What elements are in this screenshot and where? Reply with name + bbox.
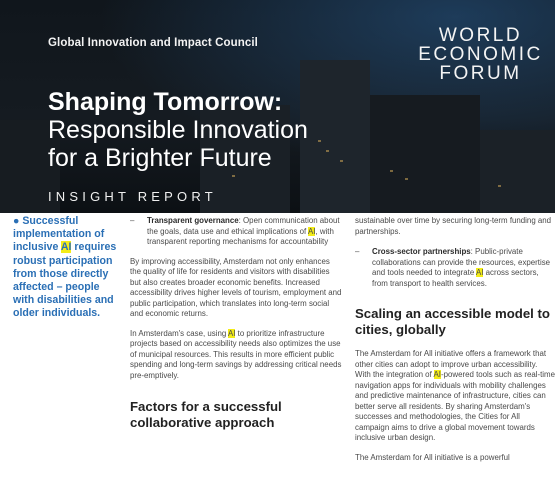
body-column-left: – Transparent governance: Open communica…	[130, 216, 342, 430]
header-banner: Global Innovation and Impact Council WOR…	[0, 0, 555, 213]
paragraph: The Amsterdam for All initiative offers …	[355, 349, 555, 442]
pull-quote: ● Successful implementation of inclusive…	[13, 215, 121, 321]
logo-line: ECONOMIC	[418, 44, 543, 65]
logo-line: WORLD	[438, 25, 523, 46]
dash-icon: –	[355, 247, 360, 256]
logo-line: FORUM	[439, 63, 522, 84]
list-item: – Cross-sector partnerships: Public-priv…	[355, 247, 555, 289]
body-column-right: sustainable over time by securing long-t…	[355, 216, 555, 463]
paragraph: The Amsterdam for All initiative is a po…	[355, 452, 510, 462]
report-title: Shaping Tomorrow: Responsible Innovation…	[48, 88, 518, 172]
paragraph: By improving accessibility, Amsterdam no…	[130, 256, 342, 319]
list-item-label: Transparent governance	[147, 216, 239, 225]
council-name: Global Innovation and Impact Council	[48, 37, 258, 49]
bullet-icon: ●	[13, 215, 20, 227]
highlight: AI	[433, 370, 441, 379]
list-item-label: Cross-sector partnerships	[372, 247, 471, 256]
wef-logo: WORLD ECONOMIC FORUM	[418, 26, 543, 83]
report-type: INSIGHT REPORT	[48, 189, 217, 204]
highlight: AI	[475, 268, 484, 277]
highlight: AI	[228, 328, 236, 338]
title-line: Shaping Tomorrow:	[48, 88, 283, 116]
section-heading: Scaling an accessible model to cities, g…	[355, 306, 550, 337]
title-line: Responsible Innovation	[48, 116, 308, 144]
continued-text: sustainable over time by securing long-t…	[355, 216, 552, 236]
highlight: AI	[307, 226, 316, 236]
paragraph: In Amsterdam's case, using AI to priorit…	[130, 328, 342, 380]
list-item: – Transparent governance: Open communica…	[130, 216, 342, 248]
pull-quote-text: Successful implementation of inclusive A…	[13, 215, 117, 320]
title-line: for a Brighter Future	[48, 144, 272, 172]
highlight: AI	[60, 241, 72, 254]
section-heading: Factors for a successful collaborative a…	[130, 399, 282, 430]
dash-icon: –	[130, 216, 135, 225]
